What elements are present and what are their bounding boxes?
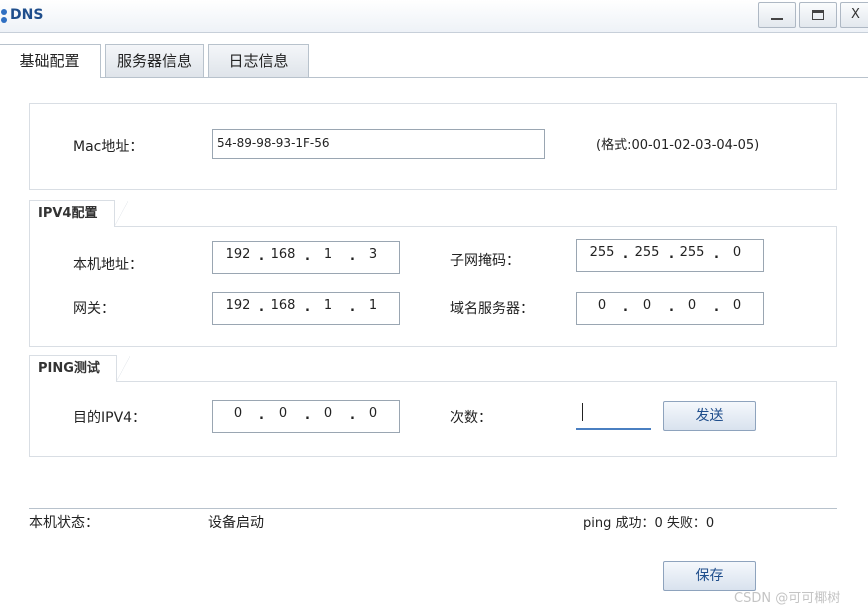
ip-octet: 0 xyxy=(368,406,378,421)
maximize-icon xyxy=(812,9,824,20)
ip-octet: 0 xyxy=(687,298,697,313)
local-ip-input[interactable]: 192 . 168 . 1 . 3 xyxy=(212,241,400,274)
ip-dot: . xyxy=(669,300,674,315)
ip-octet: 255 xyxy=(679,245,705,260)
status-divider xyxy=(29,508,837,509)
ip-dot: . xyxy=(350,249,355,264)
minimize-button[interactable] xyxy=(758,2,796,28)
ip-dot: . xyxy=(714,300,719,315)
send-button[interactable]: 发送 xyxy=(663,401,756,431)
ip-octet: 192 xyxy=(225,298,251,313)
ip-octet: 0 xyxy=(732,245,742,260)
ip-octet: 192 xyxy=(225,247,251,262)
ping-target-input[interactable]: 0 . 0 . 0 . 0 xyxy=(212,400,400,433)
subnet-label: 子网掩码： xyxy=(450,253,520,269)
ip-dot: . xyxy=(623,300,628,315)
gateway-input[interactable]: 192 . 168 . 1 . 1 xyxy=(212,292,400,325)
ip-octet: 1 xyxy=(323,298,333,313)
tab-bar: 基础配置 服务器信息 日志信息 xyxy=(0,44,868,78)
local-ip-label: 本机地址： xyxy=(73,257,143,273)
ip-dot: . xyxy=(350,300,355,315)
ip-octet: 0 xyxy=(323,406,333,421)
ip-dot: . xyxy=(714,247,719,262)
device-status-label: 本机状态： xyxy=(29,515,99,531)
maximize-button[interactable] xyxy=(799,2,837,28)
dns-server-input[interactable]: 0 . 0 . 0 . 0 xyxy=(576,292,764,325)
tab-log-info[interactable]: 日志信息 xyxy=(208,44,309,77)
ip-octet: 1 xyxy=(368,298,378,313)
ip-octet: 3 xyxy=(368,247,378,262)
ip-dot: . xyxy=(259,408,264,423)
device-status-value: 设备启动 xyxy=(208,515,264,531)
ip-octet: 0 xyxy=(278,406,288,421)
ping-count-input[interactable] xyxy=(576,400,651,430)
close-icon: X xyxy=(851,7,860,22)
ip-dot: . xyxy=(669,247,674,262)
ip-dot: . xyxy=(305,300,310,315)
minimize-icon xyxy=(771,17,783,20)
ip-octet: 0 xyxy=(233,406,243,421)
ip-dot: . xyxy=(305,249,310,264)
ipv4-group-title: IPV4配置 xyxy=(29,200,128,227)
tab-server-info[interactable]: 服务器信息 xyxy=(105,44,204,77)
title-bar: DNS X xyxy=(0,0,868,33)
gateway-label: 网关： xyxy=(73,301,115,317)
ping-target-label: 目的IPV4： xyxy=(73,410,147,426)
subnet-input[interactable]: 255 . 255 . 255 . 0 xyxy=(576,239,764,272)
ip-octet: 0 xyxy=(642,298,652,313)
text-caret xyxy=(582,403,583,421)
ping-result: ping 成功：0 失败：0 xyxy=(583,516,715,531)
window-title: DNS xyxy=(10,7,44,23)
watermark: CSDN @可可椰树 xyxy=(734,591,841,606)
ping-group-title: PING测试 xyxy=(29,355,130,382)
ip-dot: . xyxy=(305,408,310,423)
tab-basic-config[interactable]: 基础配置 xyxy=(0,44,101,78)
ip-octet: 168 xyxy=(270,298,296,313)
mac-input[interactable]: 54-89-98-93-1F-56 xyxy=(212,129,545,159)
ip-octet: 1 xyxy=(323,247,333,262)
ip-octet: 255 xyxy=(634,245,660,260)
ip-octet: 0 xyxy=(597,298,607,313)
close-button[interactable]: X xyxy=(840,2,868,28)
ping-count-label: 次数： xyxy=(450,410,492,426)
mac-format-hint: (格式:00-01-02-03-04-05) xyxy=(596,138,760,153)
ip-dot: . xyxy=(259,249,264,264)
dns-server-label: 域名服务器： xyxy=(450,301,534,317)
ip-octet: 255 xyxy=(589,245,615,260)
ip-dot: . xyxy=(259,300,264,315)
ip-dot: . xyxy=(623,247,628,262)
ip-octet: 0 xyxy=(732,298,742,313)
app-icon xyxy=(1,9,7,23)
mac-label: Mac地址： xyxy=(73,139,144,155)
ip-dot: . xyxy=(350,408,355,423)
ip-octet: 168 xyxy=(270,247,296,262)
